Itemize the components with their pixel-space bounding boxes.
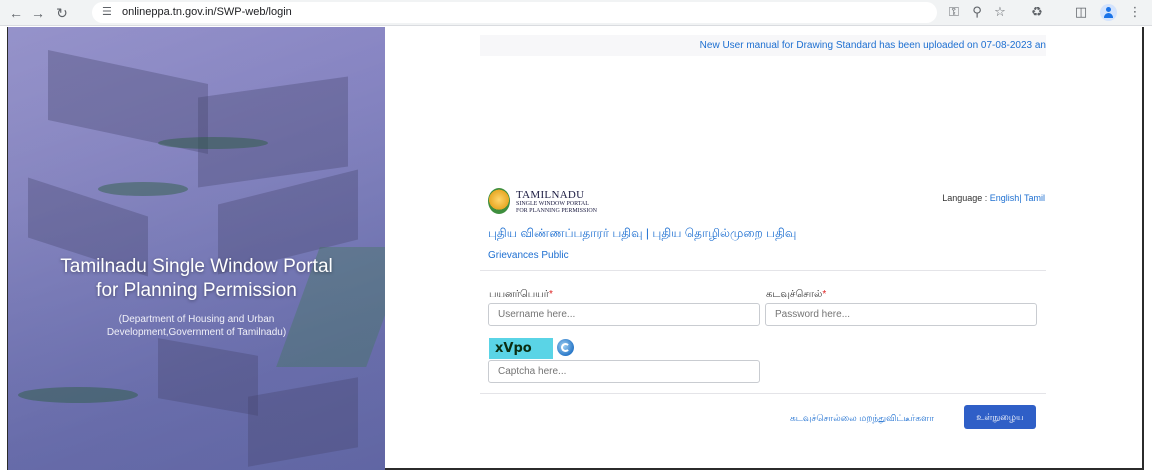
logo-subtitle: SINGLE WINDOW PORTAL FOR PLANNING PERMIS… (516, 201, 597, 215)
browser-toolbar: ← → ↻ ☰ onlineppa.tn.gov.in/SWP-web/logi… (0, 0, 1152, 26)
more-icon[interactable]: ⋮ (1126, 4, 1144, 20)
hero-trees (158, 137, 268, 149)
hero-subtitle: (Department of Housing and Urban Develop… (8, 313, 385, 339)
hero-trees (18, 387, 138, 403)
username-label: பயனர்பெயர்* (489, 289, 553, 301)
language-tamil-link[interactable]: Tamil (1024, 193, 1045, 203)
hero-title: Tamilnadu Single Window Portal for Plann… (8, 255, 385, 303)
password-input[interactable] (765, 303, 1037, 326)
portal-logo: TAMILNADU SINGLE WINDOW PORTAL FOR PLANN… (488, 188, 628, 216)
tn-emblem-icon (488, 188, 510, 214)
grievances-link[interactable]: Grievances Public (488, 250, 569, 261)
logo-title: TAMILNADU (516, 189, 585, 201)
password-label-text: கடவுச்சொல் (766, 289, 823, 300)
divider (480, 270, 1046, 271)
forward-icon[interactable]: → (28, 3, 48, 23)
required-marker: * (548, 289, 553, 300)
zoom-icon[interactable]: ⚲ (968, 4, 986, 20)
notice-bar: New User manual for Drawing Standard has… (480, 35, 1046, 56)
captcha-input[interactable] (488, 360, 760, 383)
language-label: Language : (942, 193, 988, 203)
hero-subtitle-line: (Department of Housing and Urban (118, 314, 275, 325)
url-text[interactable]: onlineppa.tn.gov.in/SWP-web/login (122, 6, 292, 18)
reload-icon[interactable]: ↻ (52, 3, 72, 23)
required-marker: * (822, 289, 827, 300)
hero-title-line: Tamilnadu Single Window Portal (60, 256, 333, 277)
hero-banner: Tamilnadu Single Window Portal for Plann… (8, 27, 385, 470)
star-icon[interactable]: ☆ (991, 4, 1009, 20)
hero-title-line: for Planning Permission (96, 280, 297, 301)
captcha-image: xVpo (489, 338, 553, 359)
logo-subtitle-line: SINGLE WINDOW PORTAL (516, 201, 589, 207)
notice-text[interactable]: New User manual for Drawing Standard has… (700, 40, 1046, 51)
profile-icon[interactable] (1100, 4, 1117, 21)
extensions-icon[interactable]: ♻ (1028, 4, 1046, 20)
address-bar[interactable]: ☰ onlineppa.tn.gov.in/SWP-web/login (92, 2, 937, 23)
language-selector: Language : English| Tamil (942, 193, 1045, 203)
new-professional-registration-link[interactable]: புதிய தொழில்முறை பதிவு (652, 226, 796, 240)
link-separator: | (645, 226, 650, 240)
hero-building (158, 338, 258, 416)
back-icon[interactable]: ← (6, 3, 26, 23)
divider (480, 393, 1046, 394)
captcha-refresh-icon[interactable] (557, 339, 574, 356)
forgot-password-link[interactable]: கடவுச்சொல்லை மறந்துவிட்டீர்களா (790, 413, 934, 425)
sidepanel-icon[interactable]: ◫ (1072, 4, 1090, 20)
hero-building (248, 377, 358, 467)
hero-trees (98, 182, 188, 196)
site-info-icon[interactable]: ☰ (102, 5, 112, 18)
language-english-link[interactable]: English| (990, 193, 1022, 203)
new-applicant-registration-link[interactable]: புதிய விண்ணப்பதாரர் பதிவு (488, 226, 643, 240)
hero-subtitle-line: Development,Government of Tamilnadu) (106, 327, 287, 338)
password-label: கடவுச்சொல்* (766, 289, 826, 301)
logo-subtitle-line: FOR PLANNING PERMISSION (516, 208, 598, 214)
password-key-icon[interactable]: ⚿ (945, 4, 963, 20)
username-input[interactable] (488, 303, 760, 326)
hero-building (198, 76, 348, 188)
registration-links: புதிய விண்ணப்பதாரர் பதிவு | புதிய தொழில்… (488, 226, 796, 242)
username-label-text: பயனர்பெயர் (489, 289, 549, 300)
login-button[interactable]: உள்நுழைய (964, 405, 1036, 429)
